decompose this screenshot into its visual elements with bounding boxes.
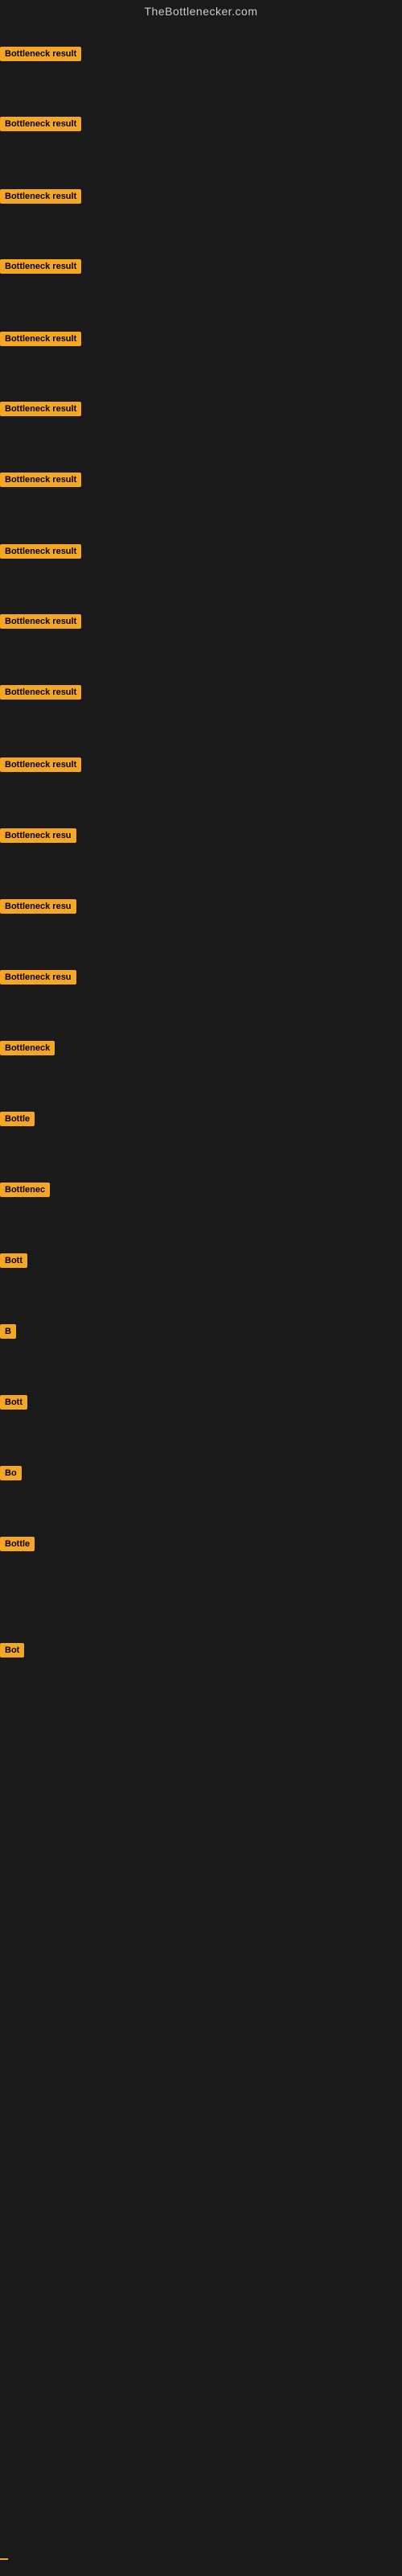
bottleneck-result-item: Bottleneck result [0, 188, 81, 204]
bottleneck-result-item: Bottle [0, 1536, 35, 1551]
bottleneck-result-item: Bottleneck result [0, 684, 81, 700]
bottleneck-result-item: Bo [0, 1465, 22, 1480]
bottleneck-badge: Bottleneck resu [0, 828, 76, 843]
bottleneck-badge: Bo [0, 1466, 22, 1480]
site-title: TheBottlenecker.com [0, 0, 402, 23]
bottleneck-result-item: Bott [0, 1253, 27, 1268]
bottleneck-badge: Bottleneck result [0, 544, 81, 559]
bottleneck-badge: Bottleneck result [0, 259, 81, 274]
bottleneck-badge: Bottleneck [0, 1041, 55, 1055]
bottleneck-badge: Bottleneck result [0, 614, 81, 629]
bottleneck-result-item: Bottleneck result [0, 401, 81, 416]
bottleneck-result-item: Bottleneck result [0, 258, 81, 274]
bottleneck-result-item: Bot [0, 1642, 24, 1657]
bottleneck-badge: Bottleneck resu [0, 970, 76, 985]
bottleneck-result-item: Bottlenec [0, 1182, 50, 1197]
bottleneck-result-item: Bottleneck result [0, 472, 81, 487]
bottleneck-result-item: Bottle [0, 1111, 35, 1126]
bottleneck-result-item: B [0, 1323, 16, 1339]
bottleneck-result-item: Bottleneck result [0, 331, 81, 346]
bottleneck-badge: Bottle [0, 1537, 35, 1551]
bottleneck-result-item: Bottleneck result [0, 613, 81, 629]
bottleneck-badge: Bottleneck result [0, 47, 81, 61]
bottleneck-badge: Bottleneck result [0, 685, 81, 700]
bottleneck-badge: Bott [0, 1253, 27, 1268]
bottleneck-badge: Bottle [0, 1112, 35, 1126]
bottleneck-result-item: Bottleneck resu [0, 969, 76, 985]
bottleneck-badge: Bottleneck result [0, 332, 81, 346]
bottleneck-badge: Bottleneck result [0, 189, 81, 204]
bottleneck-badge: Bottleneck resu [0, 899, 76, 914]
bottleneck-result-item: Bottleneck resu [0, 828, 76, 843]
bottleneck-badge: Bottlenec [0, 1183, 50, 1197]
bottleneck-result-item: Bottleneck resu [0, 898, 76, 914]
bottom-line [0, 2558, 8, 2560]
bottleneck-result-item: Bottleneck result [0, 757, 81, 772]
bottleneck-result-item: Bottleneck [0, 1040, 55, 1055]
bottleneck-badge: Bott [0, 1395, 27, 1410]
bottleneck-badge: B [0, 1324, 16, 1339]
bottleneck-badge: Bottleneck result [0, 402, 81, 416]
bottleneck-badge: Bot [0, 1643, 24, 1657]
bottleneck-result-item: Bottleneck result [0, 116, 81, 131]
bottleneck-badge: Bottleneck result [0, 117, 81, 131]
bottleneck-badge: Bottleneck result [0, 473, 81, 487]
bottleneck-badge: Bottleneck result [0, 758, 81, 772]
bottleneck-result-item: Bott [0, 1394, 27, 1410]
bottleneck-result-item: Bottleneck result [0, 46, 81, 61]
bottleneck-result-item: Bottleneck result [0, 543, 81, 559]
